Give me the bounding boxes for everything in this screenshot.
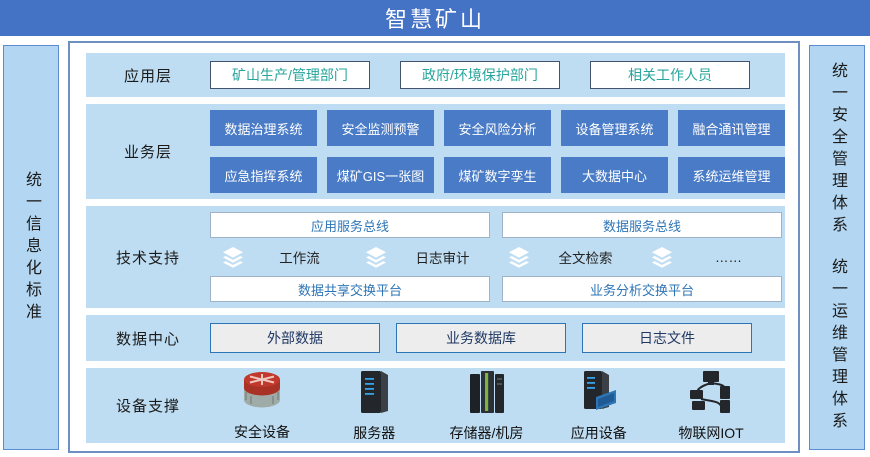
right-pillar-label-ops: 统一运维管理体系 [829,258,845,434]
firewall-icon [239,370,285,419]
left-pillar: 统一信息化标准 [3,45,59,450]
platform-box: 数据共享交换平台 [210,276,490,302]
business-row-1: 数据治理系统 安全监测预警 安全风险分析 设备管理系统 融合通讯管理 [210,110,785,146]
iot-icon [688,369,734,420]
middleware-label: 日志审计 [389,247,496,267]
server-icon [357,369,391,420]
business-layer-band: 业务层 数据治理系统 安全监测预警 安全风险分析 设备管理系统 融合通讯管理 应… [86,104,785,199]
business-row-2: 应急指挥系统 煤矿GIS一张图 煤矿数字孪生 大数据中心 系统运维管理 [210,157,785,193]
data-center-content: 外部数据 业务数据库 日志文件 [210,315,785,361]
service-bus-box: 数据服务总线 [502,212,782,238]
smart-mine-architecture-diagram: 智慧矿山 统一信息化标准 应用层 矿山生产/管理部门 政府/环境保护部门 相关工… [0,0,870,457]
business-box: 应急指挥系统 [210,157,317,193]
business-box: 系统运维管理 [678,157,785,193]
business-box: 融合通讯管理 [678,110,785,146]
business-layer-content: 数据治理系统 安全监测预警 安全风险分析 设备管理系统 融合通讯管理 应急指挥系… [210,104,785,199]
storage-icon [466,369,508,420]
business-box: 煤矿数字孪生 [444,157,551,193]
service-bus-box: 应用服务总线 [210,212,490,238]
business-box: 数据治理系统 [210,110,317,146]
middleware-item: 工作流 [210,245,353,269]
data-center-label: 数据中心 [86,315,210,361]
application-box: 政府/环境保护部门 [400,61,560,89]
platform-row: 数据共享交换平台 业务分析交换平台 [210,276,782,302]
layers-icon [363,245,389,269]
middleware-item: …… [639,245,782,269]
device-item: 服务器 [322,369,426,443]
tech-support-label: 技术支持 [86,206,210,308]
device-support-band: 设备支撑 安全设备 [86,368,785,443]
tech-support-band: 技术支持 应用服务总线 数据服务总线 工作流 [86,206,785,308]
device-label: 存储器/机房 [450,423,524,443]
middleware-item: 全文检索 [496,245,639,269]
middleware-item: 日志审计 [353,245,496,269]
device-item: 安全设备 [210,370,314,442]
main-panel: 应用层 矿山生产/管理部门 政府/环境保护部门 相关工作人员 业务层 数据治理系… [68,41,800,453]
device-item: 物联网IOT [659,369,763,443]
app-device-icon [578,369,620,420]
data-source-box: 业务数据库 [396,323,566,353]
left-pillar-label: 统一信息化标准 [23,171,39,325]
middleware-label: 工作流 [246,247,353,267]
layers-icon [649,245,675,269]
business-box: 设备管理系统 [561,110,668,146]
service-bus-row: 应用服务总线 数据服务总线 [210,212,782,238]
layers-icon [506,245,532,269]
data-source-box: 外部数据 [210,323,380,353]
platform-box: 业务分析交换平台 [502,276,782,302]
middleware-label: 全文检索 [532,247,639,267]
data-source-box: 日志文件 [582,323,752,353]
device-label: 安全设备 [234,422,290,442]
layers-icon [220,245,246,269]
middleware-label: …… [675,250,782,265]
application-layer-label: 应用层 [86,53,210,97]
application-box: 矿山生产/管理部门 [210,61,370,89]
application-layer-band: 应用层 矿山生产/管理部门 政府/环境保护部门 相关工作人员 [86,53,785,97]
device-label: 服务器 [353,423,395,443]
device-support-label: 设备支撑 [86,368,210,443]
page-title: 智慧矿山 [0,0,870,36]
right-pillar: 统一安全管理体系 统一运维管理体系 [809,45,865,450]
device-label: 应用设备 [571,423,627,443]
middleware-row: 工作流 日志审计 全文检索 [210,245,782,269]
business-layer-label: 业务层 [86,104,210,199]
device-label: 物联网IOT [678,423,743,443]
business-box: 大数据中心 [561,157,668,193]
device-item: 应用设备 [547,369,651,443]
business-box: 安全风险分析 [444,110,551,146]
application-layer-content: 矿山生产/管理部门 政府/环境保护部门 相关工作人员 [210,53,785,97]
business-box: 安全监测预警 [327,110,434,146]
device-support-content: 安全设备 服务器 [210,368,785,443]
business-box: 煤矿GIS一张图 [327,157,434,193]
tech-support-content: 应用服务总线 数据服务总线 工作流 日志审计 [210,206,785,308]
right-pillar-label-security: 统一安全管理体系 [829,62,845,238]
data-center-band: 数据中心 外部数据 业务数据库 日志文件 [86,315,785,361]
application-box: 相关工作人员 [590,61,750,89]
device-item: 存储器/机房 [435,369,539,443]
